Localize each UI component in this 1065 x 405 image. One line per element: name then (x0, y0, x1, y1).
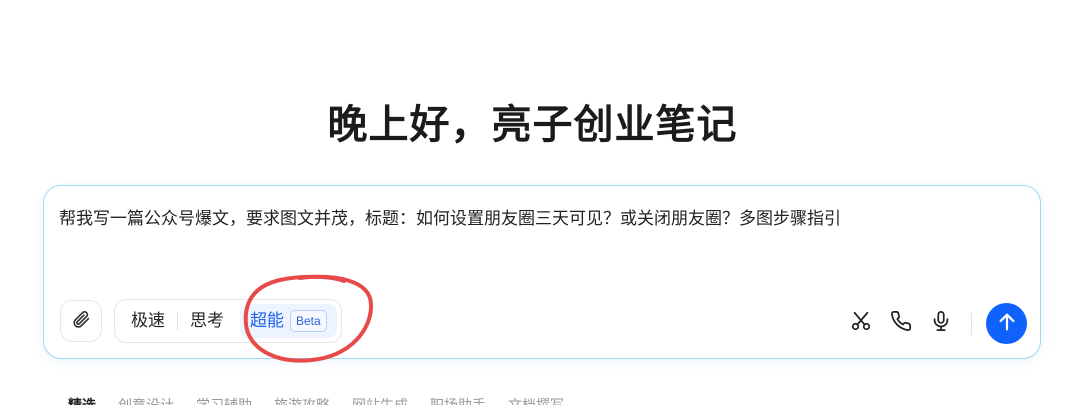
tab-travel-guide[interactable]: 旅游攻略 (274, 395, 330, 405)
tab-study-assist[interactable]: 学习辅助 (196, 395, 252, 405)
mode-think-button[interactable]: 思考 (178, 304, 236, 338)
beta-badge: Beta (290, 310, 327, 332)
tab-document-writing[interactable]: 文档撰写 (508, 395, 564, 405)
tab-creative-design[interactable]: 创意设计 (118, 395, 174, 405)
send-button[interactable] (986, 303, 1027, 344)
arrow-up-icon (996, 311, 1018, 337)
phone-icon (890, 310, 912, 336)
tab-featured[interactable]: 精选 (68, 395, 96, 405)
voice-button[interactable] (929, 310, 953, 336)
mode-selector: 极速 思考 超能 Beta (114, 299, 342, 343)
toolbar-divider (971, 313, 972, 335)
paperclip-icon (71, 309, 91, 333)
call-button[interactable] (889, 310, 913, 336)
scissors-icon (850, 310, 872, 336)
prompt-input-text[interactable]: 帮我写一篇公众号爆文，要求图文并茂，标题：如何设置朋友圈三天可见？或关闭朋友圈？… (59, 204, 841, 229)
tab-work-assistant[interactable]: 职场助手 (430, 395, 486, 405)
tab-website-builder[interactable]: 网站生成 (352, 395, 408, 405)
cut-button[interactable] (849, 311, 873, 335)
attach-button[interactable] (60, 300, 102, 342)
mode-super-label: 超能 (250, 311, 284, 331)
page: 晚上好，亮子创业笔记 帮我写一篇公众号爆文，要求图文并茂，标题：如何设置朋友圈三… (0, 0, 1065, 405)
microphone-icon (930, 310, 952, 336)
mode-fast-button[interactable]: 极速 (119, 304, 177, 338)
category-tabs: 精选 创意设计 学习辅助 旅游攻略 网站生成 职场助手 文档撰写 (68, 395, 564, 405)
chat-composer[interactable]: 帮我写一篇公众号爆文，要求图文并茂，标题：如何设置朋友圈三天可见？或关闭朋友圈？… (43, 185, 1041, 359)
mode-super-button[interactable]: 超能 Beta (240, 304, 337, 338)
greeting-title: 晚上好，亮子创业笔记 (327, 102, 738, 148)
